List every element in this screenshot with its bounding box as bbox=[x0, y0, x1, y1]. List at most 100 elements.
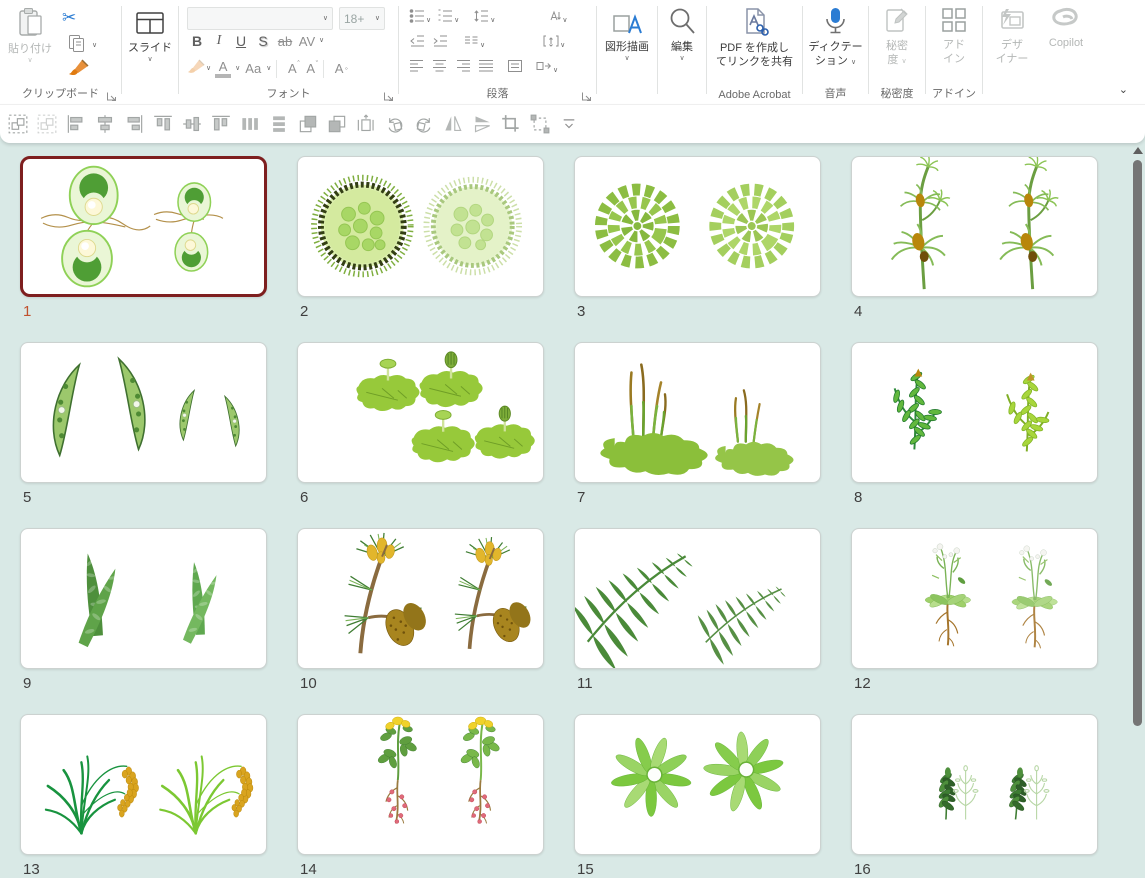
bullet-list-button[interactable]: ∨ bbox=[409, 8, 431, 25]
numbered-list-button[interactable]: ∨ bbox=[437, 8, 459, 25]
slide-thumbnail-9[interactable] bbox=[20, 528, 267, 669]
slide-number: 2 bbox=[300, 303, 544, 320]
paste-button[interactable]: 貼り付け ∨ bbox=[8, 0, 52, 65]
distribute-horizontal-icon[interactable] bbox=[240, 114, 260, 134]
edit-points-icon[interactable] bbox=[530, 114, 550, 134]
collapse-ribbon-button[interactable]: ⌄ bbox=[1119, 83, 1128, 96]
paragraph-dialog-launcher[interactable] bbox=[581, 89, 592, 100]
crop-icon[interactable] bbox=[501, 114, 521, 134]
scrollbar-thumb[interactable] bbox=[1133, 160, 1142, 726]
line-spacing-button[interactable]: ∨ bbox=[473, 8, 495, 25]
decrease-indent-button[interactable] bbox=[409, 33, 426, 50]
chevron-down-icon[interactable]: ∨ bbox=[319, 37, 324, 45]
slide-thumbnail-7[interactable] bbox=[574, 342, 821, 483]
text-shadow-button[interactable]: S bbox=[253, 33, 273, 49]
copilot-icon bbox=[1051, 7, 1081, 36]
strikethrough-button[interactable]: ab bbox=[275, 34, 295, 49]
copy-button[interactable] bbox=[68, 34, 86, 58]
justify-button[interactable] bbox=[478, 58, 495, 75]
slide-thumbnail-11[interactable] bbox=[574, 528, 821, 669]
chevron-down-icon[interactable]: ∨ bbox=[266, 65, 271, 73]
slide-thumbnail-16[interactable] bbox=[851, 714, 1098, 855]
flip-vertical-icon[interactable] bbox=[472, 114, 492, 134]
slide-thumbnail-12[interactable] bbox=[851, 528, 1098, 669]
columns-button[interactable]: ∨ bbox=[463, 33, 485, 50]
drawing-button[interactable]: 図形描画 ∨ bbox=[597, 0, 657, 63]
chevron-down-icon[interactable]: ∨ bbox=[206, 65, 211, 73]
group-objects-icon[interactable] bbox=[8, 114, 28, 134]
slide-thumbnail-8[interactable] bbox=[851, 342, 1098, 483]
align-top-icon[interactable] bbox=[153, 114, 173, 134]
ribbon-group-slides: スライド ∨ bbox=[122, 0, 178, 104]
align-right-icon[interactable] bbox=[124, 114, 144, 134]
font-size-value: 18+ bbox=[344, 12, 364, 26]
toolbar-overflow-icon[interactable] bbox=[559, 114, 579, 134]
sensitivity-button[interactable]: 秘密 度 ∨ bbox=[869, 0, 925, 67]
font-name-select[interactable]: ∨ bbox=[187, 7, 333, 30]
designer-button[interactable]: デザ イナー bbox=[983, 0, 1041, 66]
slide-number: 15 bbox=[577, 861, 821, 878]
slide-thumbnail-15[interactable] bbox=[574, 714, 821, 855]
clipboard-dialog-launcher[interactable] bbox=[106, 89, 117, 100]
rotate-right-icon[interactable] bbox=[414, 114, 434, 134]
create-pdf-button[interactable]: PDF を作成し てリンクを共有 bbox=[707, 0, 802, 69]
slide-thumbnail-1[interactable] bbox=[20, 156, 267, 297]
slide-art-algae-colonies bbox=[575, 157, 820, 296]
align-center-button[interactable] bbox=[432, 58, 449, 75]
distribute-vertical-icon[interactable] bbox=[269, 114, 289, 134]
copy-dropdown-arrow-icon[interactable]: ∨ bbox=[92, 42, 97, 50]
chevron-down-icon[interactable]: ∨ bbox=[235, 65, 240, 73]
font-group-label: フォント bbox=[179, 85, 398, 101]
align-right-button[interactable] bbox=[455, 58, 472, 75]
text-direction-button[interactable]: ∨ bbox=[545, 8, 567, 25]
copilot-button[interactable]: Copilot bbox=[1041, 0, 1091, 50]
align-text-button[interactable]: ∨ bbox=[543, 33, 565, 50]
slide-cell-6: 6 bbox=[297, 342, 544, 506]
addins-button[interactable]: アド イン bbox=[926, 0, 982, 66]
align-bottom-icon[interactable] bbox=[211, 114, 231, 134]
format-painter-button[interactable] bbox=[68, 58, 89, 81]
ungroup-objects-icon[interactable] bbox=[37, 114, 57, 134]
slides-button[interactable]: スライド ∨ bbox=[122, 0, 178, 64]
font-dialog-launcher[interactable] bbox=[383, 89, 394, 100]
change-case-button[interactable]: Aa bbox=[241, 61, 265, 76]
editing-button[interactable]: 編集 ∨ bbox=[658, 0, 706, 63]
align-center-icon[interactable] bbox=[95, 114, 115, 134]
underline-button[interactable]: U bbox=[231, 33, 251, 49]
paragraph-group-label: 段落 bbox=[399, 85, 596, 101]
slide-cell-7: 7 bbox=[574, 342, 821, 506]
align-middle-icon[interactable] bbox=[182, 114, 202, 134]
dictate-button[interactable]: ディクテー ション ∨ bbox=[803, 0, 868, 68]
character-spacing-button[interactable]: AV bbox=[297, 34, 317, 49]
slide-thumbnail-13[interactable] bbox=[20, 714, 267, 855]
slide-thumbnail-3[interactable] bbox=[574, 156, 821, 297]
font-size-select[interactable]: 18+ ∨ bbox=[339, 7, 385, 30]
ribbon-group-font: ∨ 18+ ∨ B I U S ab AV ∨ ∨ A ∨ Aa ∨ Aˆ Aˇ… bbox=[179, 0, 398, 104]
align-left-button[interactable] bbox=[409, 58, 426, 75]
slide-thumbnail-14[interactable] bbox=[297, 714, 544, 855]
slide-art-rice bbox=[21, 715, 266, 854]
rotate-left-icon[interactable] bbox=[385, 114, 405, 134]
bold-button[interactable]: B bbox=[187, 33, 207, 49]
flip-horizontal-icon[interactable] bbox=[443, 114, 463, 134]
resize-object-icon[interactable] bbox=[356, 114, 376, 134]
distribute-rows-button[interactable] bbox=[507, 58, 524, 75]
cut-button[interactable]: ✂ bbox=[62, 8, 76, 28]
align-left-icon[interactable] bbox=[66, 114, 86, 134]
scrollbar-up-arrow-icon[interactable] bbox=[1133, 147, 1143, 154]
font-color-button[interactable]: A bbox=[215, 59, 231, 78]
increase-indent-button[interactable] bbox=[432, 33, 449, 50]
send-backward-icon[interactable] bbox=[327, 114, 347, 134]
slide-thumbnail-6[interactable] bbox=[297, 342, 544, 483]
italic-button[interactable]: I bbox=[209, 33, 229, 49]
slide-cell-5: 5 bbox=[20, 342, 267, 506]
convert-smartart-button[interactable]: ∨ bbox=[536, 58, 558, 75]
slide-thumbnail-4[interactable] bbox=[851, 156, 1098, 297]
slide-thumbnail-5[interactable] bbox=[20, 342, 267, 483]
highlight-pen-icon[interactable] bbox=[187, 57, 205, 80]
editing-button-label: 編集 bbox=[671, 41, 693, 54]
bring-forward-icon[interactable] bbox=[298, 114, 318, 134]
slide-thumbnail-10[interactable] bbox=[297, 528, 544, 669]
vertical-scrollbar[interactable] bbox=[1131, 144, 1145, 843]
slide-thumbnail-2[interactable] bbox=[297, 156, 544, 297]
